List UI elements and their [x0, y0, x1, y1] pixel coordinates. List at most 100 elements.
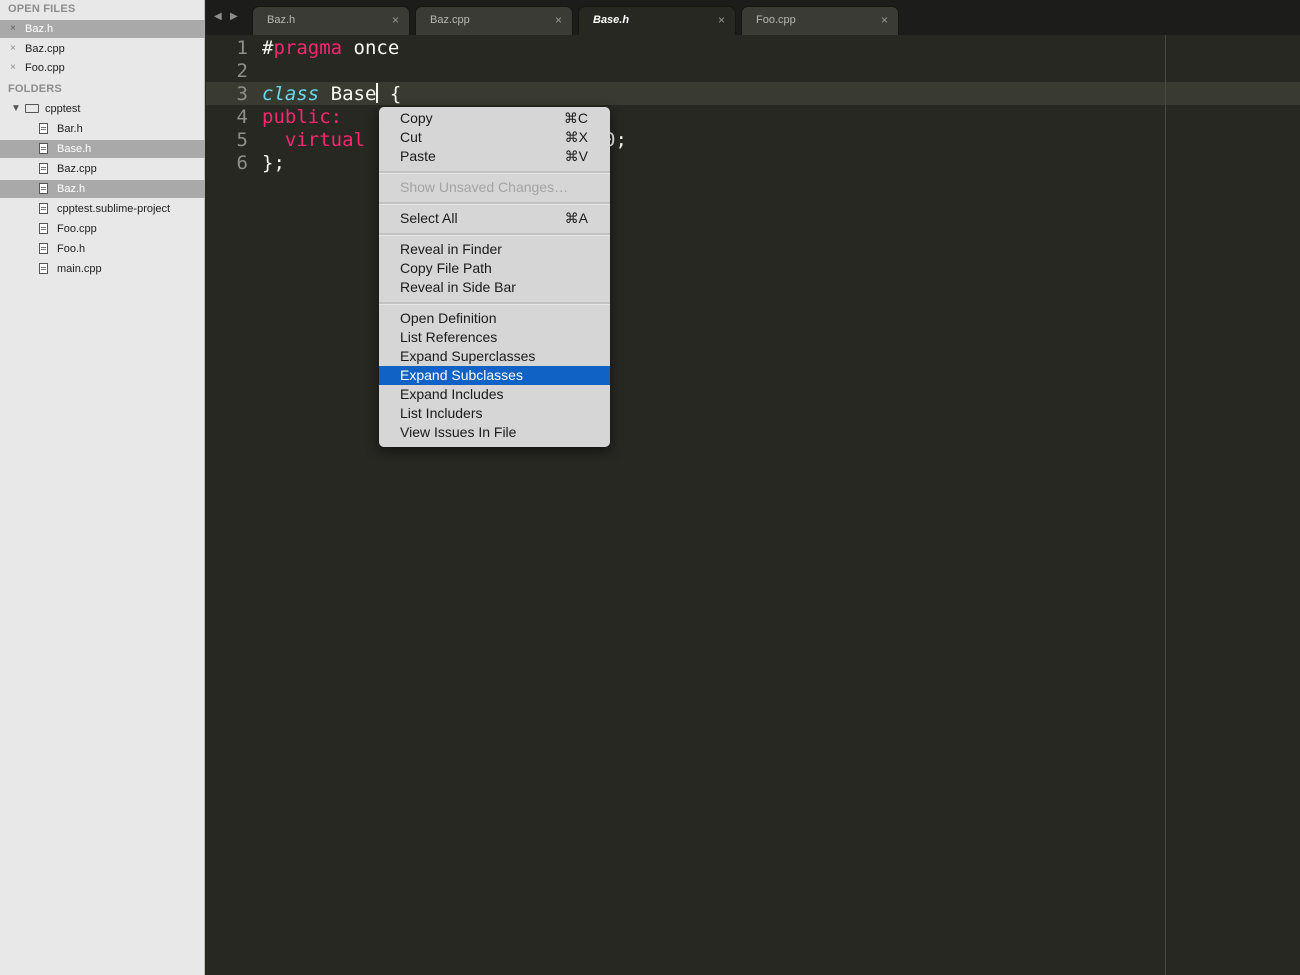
file-label: Baz.h — [57, 183, 86, 195]
file-icon — [39, 203, 48, 214]
menu-item-list-includers[interactable]: List Includers — [379, 404, 610, 423]
file-icon — [39, 143, 48, 154]
close-icon[interactable]: × — [10, 59, 16, 77]
menu-item-label: Paste — [400, 148, 436, 164]
menu-separator — [379, 233, 610, 236]
folder-icon — [25, 104, 39, 113]
tab-close-icon[interactable]: × — [718, 13, 725, 27]
menu-separator — [379, 171, 610, 174]
file-icon — [39, 243, 48, 254]
menu-item-shortcut: ⌘A — [564, 210, 588, 226]
menu-item-reveal-in-finder[interactable]: Reveal in Finder — [379, 240, 610, 259]
tab-label: Baz.h — [267, 14, 296, 26]
code-token: pragma — [273, 37, 343, 59]
code-editor[interactable]: 1 2 3 4 5 6 #pragma once class Base { pu… — [206, 35, 1300, 975]
open-file-item[interactable]: × Baz.cpp — [0, 40, 205, 58]
menu-item-paste[interactable]: Paste ⌘V — [379, 147, 610, 166]
tab-close-icon[interactable]: × — [881, 13, 888, 27]
file-item[interactable]: Foo.cpp — [0, 220, 205, 238]
code-line: virtual — [262, 129, 376, 151]
line-number: 3 — [236, 83, 248, 105]
menu-item-reveal-in-side-bar[interactable]: Reveal in Side Bar — [379, 278, 610, 297]
file-icon — [39, 123, 48, 134]
tab-foo-cpp[interactable]: Foo.cpp × — [741, 6, 899, 35]
code-token: { — [378, 83, 402, 105]
line-number: 2 — [236, 60, 248, 82]
menu-item-select-all[interactable]: Select All ⌘A — [379, 209, 610, 228]
tab-close-icon[interactable]: × — [392, 13, 399, 27]
menu-item-label: Show Unsaved Changes… — [400, 179, 569, 195]
menu-item-show-unsaved-changes: Show Unsaved Changes… — [379, 178, 610, 197]
close-icon[interactable]: × — [10, 40, 16, 58]
file-item[interactable]: cpptest.sublime-project — [0, 200, 205, 218]
menu-item-label: Reveal in Finder — [400, 241, 502, 257]
tab-label: Base.h — [593, 14, 630, 26]
code-line: class Base { — [262, 83, 401, 105]
line-number: 1 — [236, 37, 248, 59]
file-icon — [39, 263, 48, 274]
code-line: #pragma once — [262, 37, 399, 59]
wrap-ruler — [1165, 35, 1166, 975]
menu-item-copy-file-path[interactable]: Copy File Path — [379, 259, 610, 278]
menu-item-copy[interactable]: Copy ⌘C — [379, 109, 610, 128]
menu-item-cut[interactable]: Cut ⌘X — [379, 128, 610, 147]
open-file-label: Baz.cpp — [25, 43, 65, 55]
open-file-label: Foo.cpp — [25, 62, 65, 74]
menu-item-label: List Includers — [400, 405, 483, 421]
menu-item-label: Expand Includes — [400, 386, 504, 402]
file-label: Foo.h — [57, 243, 86, 255]
code-token: Base — [319, 83, 377, 105]
context-menu: Copy ⌘C Cut ⌘X Paste ⌘V Show Unsaved Cha… — [379, 107, 610, 447]
menu-item-label: Expand Superclasses — [400, 348, 536, 364]
menu-item-open-definition[interactable]: Open Definition — [379, 309, 610, 328]
file-label: main.cpp — [57, 263, 102, 275]
tab-close-icon[interactable]: × — [555, 13, 562, 27]
file-icon — [39, 163, 48, 174]
file-icon — [39, 223, 48, 234]
file-item[interactable]: Bar.h — [0, 120, 205, 138]
line-number: 6 — [236, 152, 248, 174]
tab-baz-cpp[interactable]: Baz.cpp × — [415, 6, 573, 35]
open-file-item[interactable]: × Baz.h — [0, 20, 205, 38]
sidebar: OPEN FILES × Baz.h × Baz.cpp × Foo.cpp F… — [0, 0, 205, 975]
line-number: 5 — [236, 129, 248, 151]
menu-item-label: Copy — [400, 110, 433, 126]
tab-label: Baz.cpp — [430, 14, 470, 26]
open-file-label: Baz.h — [25, 23, 54, 35]
menu-item-shortcut: ⌘X — [564, 129, 588, 145]
folder-label: cpptest — [45, 103, 81, 115]
file-item[interactable]: Baz.cpp — [0, 160, 205, 178]
open-file-item[interactable]: × Foo.cpp — [0, 59, 205, 77]
code-token: }; — [262, 152, 285, 174]
file-item[interactable]: Foo.h — [0, 240, 205, 258]
menu-item-list-references[interactable]: List References — [379, 328, 610, 347]
file-label: Baz.cpp — [57, 163, 97, 175]
file-item[interactable]: Baz.h — [0, 180, 205, 198]
close-icon[interactable]: × — [10, 20, 16, 38]
file-item[interactable]: Base.h — [0, 140, 205, 158]
code-token: once — [342, 37, 400, 59]
menu-separator — [379, 302, 610, 305]
menu-item-expand-subclasses[interactable]: Expand Subclasses — [379, 366, 610, 385]
tab-bar: ◀ ▶ Baz.h × Baz.cpp × Base.h × Foo.cpp × — [206, 0, 1300, 35]
menu-item-label: View Issues In File — [400, 424, 517, 440]
open-files-heading: OPEN FILES — [8, 3, 76, 15]
code-token: public: — [262, 106, 343, 128]
code-line: }; — [262, 152, 285, 174]
disclosure-triangle-icon[interactable]: ▼ — [11, 100, 21, 118]
folder-item-cpptest[interactable]: ▼ cpptest — [0, 100, 205, 118]
code-token: # — [262, 37, 274, 59]
tab-baz-h[interactable]: Baz.h × — [252, 6, 410, 35]
next-tab-icon[interactable]: ▶ — [230, 11, 238, 22]
tab-base-h[interactable]: Base.h × — [578, 6, 736, 35]
previous-tab-icon[interactable]: ◀ — [214, 11, 222, 22]
tab-label: Foo.cpp — [756, 14, 796, 26]
file-icon — [39, 183, 48, 194]
menu-item-view-issues-in-file[interactable]: View Issues In File — [379, 423, 610, 442]
menu-item-expand-superclasses[interactable]: Expand Superclasses — [379, 347, 610, 366]
menu-item-expand-includes[interactable]: Expand Includes — [379, 385, 610, 404]
menu-separator — [379, 202, 610, 205]
file-item[interactable]: main.cpp — [0, 260, 205, 278]
